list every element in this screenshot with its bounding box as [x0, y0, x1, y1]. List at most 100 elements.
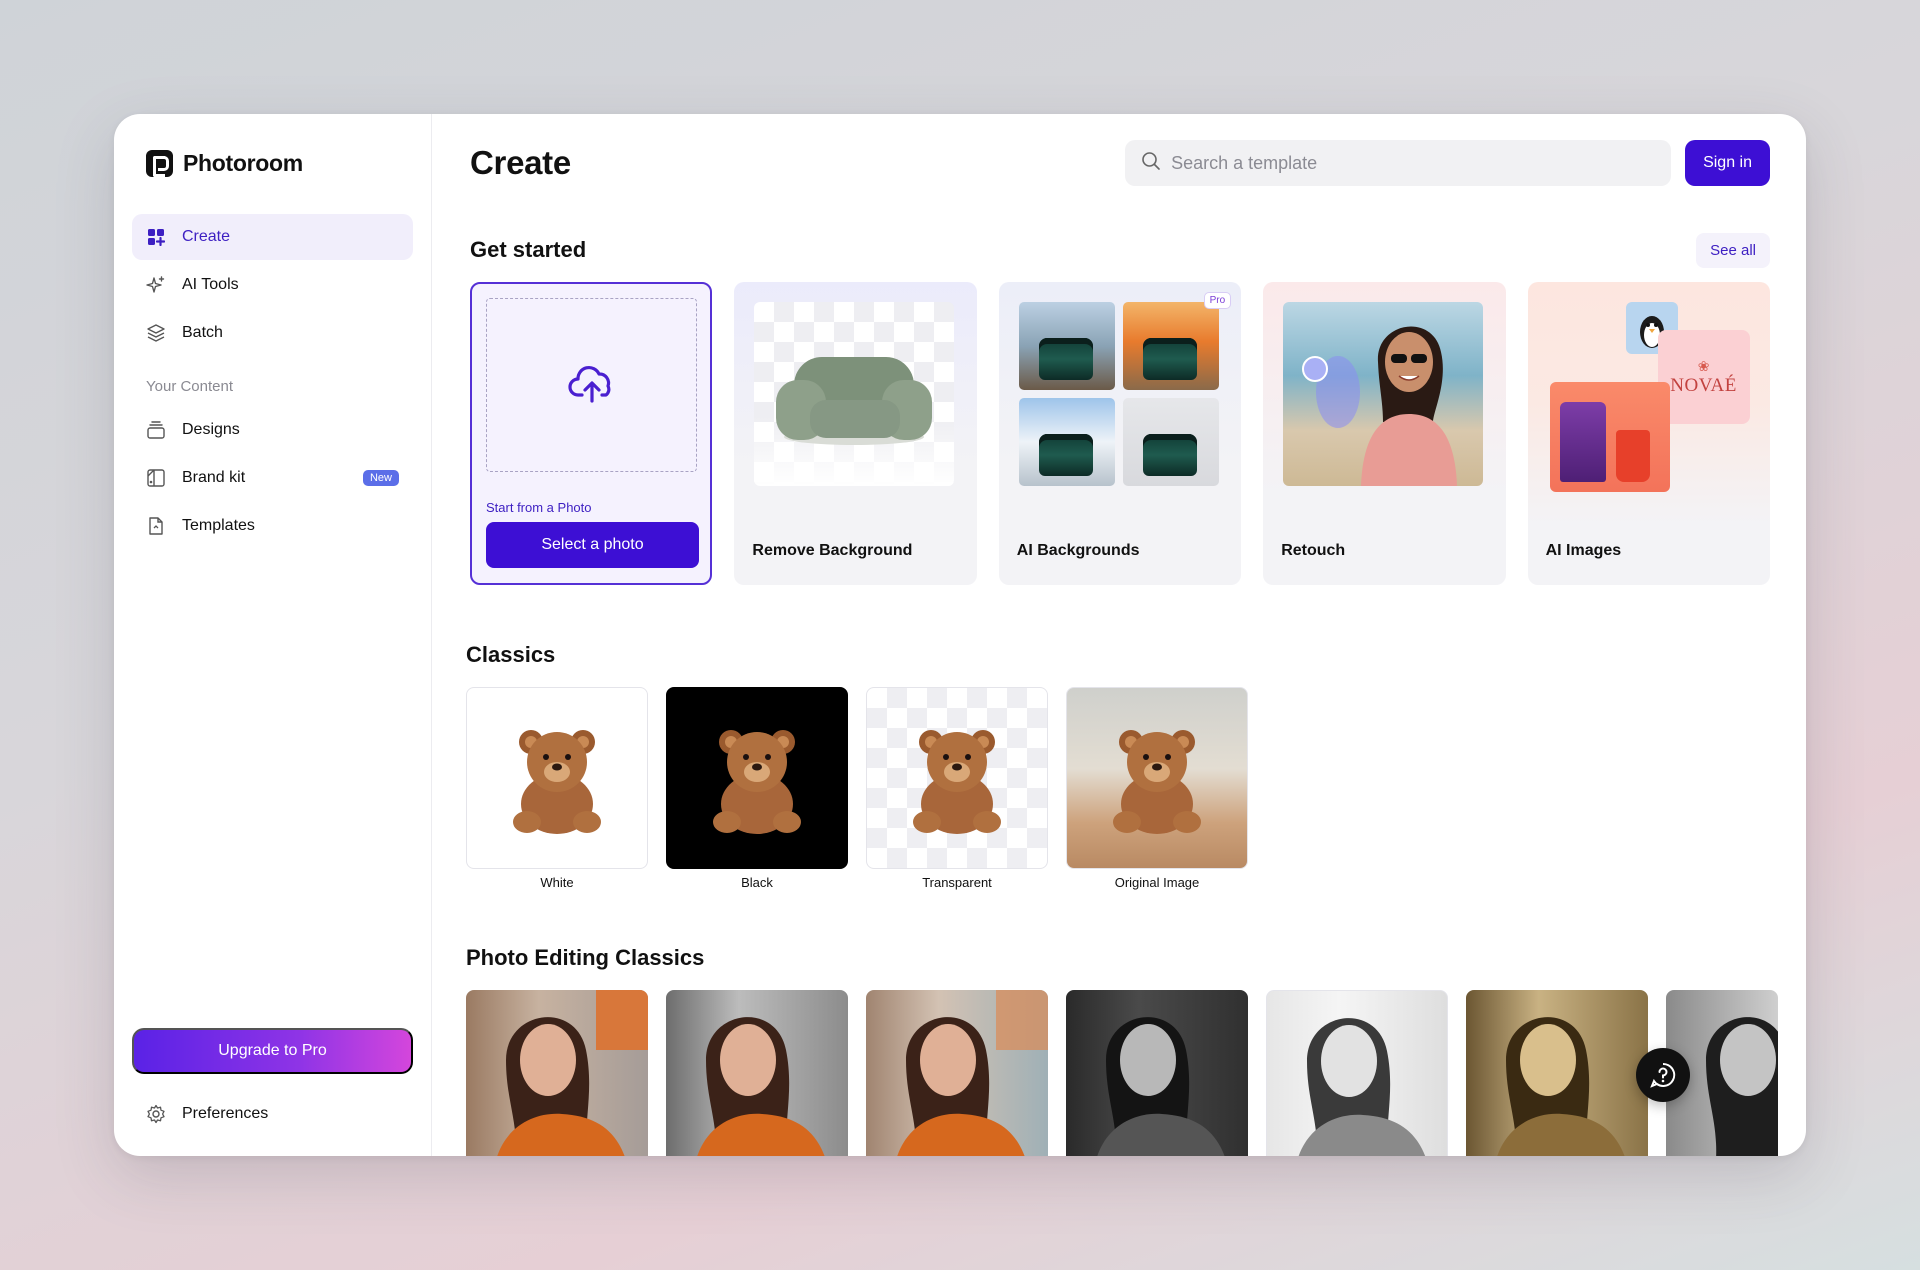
your-content-heading: Your Content [146, 378, 234, 395]
classic-caption: White [540, 875, 574, 890]
sidebar-item-templates[interactable]: Templates [132, 503, 413, 549]
upload-caption: Start from a Photo [486, 500, 592, 515]
classic-thumbnail [466, 687, 648, 869]
sidebar-item-batch[interactable]: Batch [132, 310, 413, 356]
brand-card: ❀ NOVAÉ [1657, 330, 1750, 424]
photo-filter-bw-light[interactable] [1266, 990, 1448, 1156]
classic-black[interactable]: Black [666, 687, 848, 890]
woman-portrait-image [1302, 326, 1458, 486]
preferences-label: Preferences [182, 1105, 269, 1122]
help-button[interactable] [1636, 1048, 1690, 1102]
primary-nav: Create AI Tools Batch Your Content Desig… [132, 214, 413, 549]
jar-image [1038, 338, 1093, 380]
pro-badge: Pro [1203, 292, 1232, 309]
main-content: Create Sign in Get started See all Start… [432, 114, 1806, 1156]
search-input[interactable] [1171, 152, 1652, 174]
classic-caption: Original Image [1114, 875, 1200, 890]
upgrade-to-pro-button[interactable]: Upgrade to Pro [132, 1028, 413, 1074]
sidebar-item-brand-kit[interactable]: Brand kit New [132, 455, 413, 501]
card-label: AI Images [1545, 542, 1622, 559]
sparkles-icon [146, 275, 166, 295]
teddy-bear-image [713, 730, 801, 834]
woman-photo-image [897, 990, 1048, 1156]
classics-list: White Black Transparent Original Image [466, 687, 1770, 890]
photo-dropzone[interactable] [486, 298, 697, 472]
jar-image [1142, 434, 1197, 476]
stack-icon [146, 420, 166, 440]
card-label: Remove Background [752, 542, 913, 559]
photoroom-logo-icon [146, 149, 173, 177]
brand-name: NOVAÉ [1670, 374, 1737, 396]
classic-transparent[interactable]: Transparent [866, 687, 1048, 890]
question-icon [1650, 1062, 1676, 1088]
card-label: AI Backgrounds [1016, 542, 1140, 559]
photo-filter-color-bw-background[interactable] [666, 990, 848, 1156]
ai-images-card[interactable]: ❀ NOVAÉ AI Images [1527, 282, 1770, 585]
woman-photo-image [1497, 1017, 1625, 1156]
remove-background-card[interactable]: Remove Background [734, 282, 977, 585]
cloud-upload-icon [567, 366, 610, 403]
ai-backgrounds-card[interactable]: Pro AI Backgrounds [998, 282, 1242, 585]
classic-white[interactable]: White [466, 687, 648, 890]
search-icon [1141, 151, 1161, 176]
search-box[interactable] [1125, 140, 1672, 186]
app-name: Photoroom [183, 149, 303, 176]
classics-title: Classics [466, 642, 556, 667]
sidebar-item-designs[interactable]: Designs [132, 407, 413, 453]
teddy-bear-image [513, 730, 601, 834]
teddy-bear-image [913, 730, 1001, 834]
logo[interactable]: Photoroom [146, 148, 413, 178]
file-icon [146, 516, 166, 536]
get-started-title: Get started [470, 237, 587, 262]
woman-photo-image [1097, 1017, 1225, 1156]
armchair-image [776, 357, 933, 445]
gear-icon [146, 1104, 166, 1124]
classic-original-image[interactable]: Original Image [1066, 687, 1248, 890]
classic-thumbnail [1066, 687, 1248, 869]
product-photo-mountain [1018, 302, 1115, 390]
palette-icon [146, 468, 166, 488]
card-label: Retouch [1281, 542, 1346, 559]
remove-background-thumbnail [754, 302, 955, 486]
teddy-bear-image [1113, 730, 1201, 834]
layers-icon [146, 323, 166, 343]
photo-editing-title: Photo Editing Classics [466, 945, 705, 970]
grid-plus-icon [146, 227, 166, 247]
product-photo-autumn [1122, 302, 1219, 390]
preferences-item[interactable]: Preferences [146, 1104, 268, 1124]
product-photo-studio [1122, 398, 1219, 486]
select-photo-button[interactable]: Select a photo [486, 522, 699, 568]
photo-filter-sepia[interactable] [1466, 990, 1648, 1156]
coffee-product-image [1549, 382, 1670, 492]
sidebar-item-label: Batch [182, 324, 223, 341]
sidebar-item-label: Designs [182, 421, 240, 438]
sign-in-button[interactable]: Sign in [1685, 140, 1770, 186]
sidebar: Photoroom Create AI Tools Batch Your Con… [114, 114, 432, 1156]
topbar: Create Sign in [470, 114, 1770, 212]
photo-filter-color[interactable] [466, 990, 648, 1156]
classic-thumbnail [866, 687, 1048, 869]
classics-header: Classics [466, 637, 1770, 673]
ai-backgrounds-thumbnails [1018, 302, 1219, 486]
jar-image [1038, 434, 1093, 476]
photo-filter-bw-dark[interactable] [1066, 990, 1248, 1156]
sidebar-item-label: Create [182, 228, 231, 245]
woman-photo-image [497, 990, 648, 1156]
retouch-card[interactable]: Retouch [1263, 282, 1506, 585]
photo-editing-list [466, 990, 1778, 1156]
get-started-cards: Start from a Photo Select a photo Remove… [470, 282, 1770, 585]
sidebar-item-ai-tools[interactable]: AI Tools [132, 262, 413, 308]
see-all-button[interactable]: See all [1696, 232, 1770, 268]
classic-caption: Black [741, 875, 773, 890]
photo-filter-color-blur[interactable] [866, 990, 1048, 1156]
retouch-thumbnail [1283, 302, 1484, 486]
start-from-photo-card[interactable]: Start from a Photo Select a photo [470, 282, 713, 585]
classic-caption: Transparent [922, 875, 992, 890]
app-window: Photoroom Create AI Tools Batch Your Con… [114, 114, 1806, 1156]
sidebar-item-create[interactable]: Create [132, 214, 413, 260]
new-badge: New [362, 470, 399, 486]
jar-image [1142, 338, 1197, 380]
sidebar-item-label: AI Tools [182, 276, 239, 293]
sidebar-item-label: Templates [182, 517, 255, 534]
woman-photo-image [1298, 1018, 1426, 1156]
